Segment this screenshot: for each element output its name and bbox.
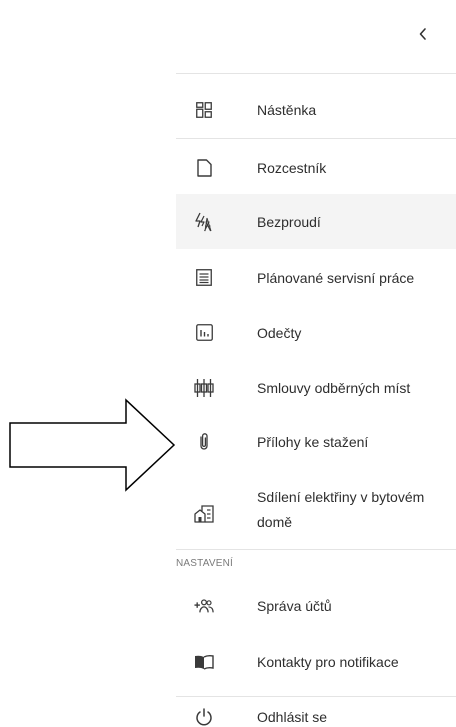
power-outage-icon bbox=[194, 212, 214, 232]
menu-item-label: Správa účtů bbox=[257, 598, 332, 614]
menu-item-nastenka[interactable]: Nástěnka bbox=[176, 84, 456, 136]
sidebar-menu: Nástěnka Rozcestník Bezproudí Plánované … bbox=[176, 0, 456, 727]
building-icon bbox=[194, 504, 214, 524]
menu-item-sprava-uctu[interactable]: Správa účtů bbox=[176, 580, 456, 632]
divider bbox=[176, 696, 456, 697]
power-icon bbox=[194, 707, 214, 727]
menu-item-sdileni-elektriny[interactable]: Sdílení elektřiny v bytovém domě bbox=[176, 472, 456, 548]
divider bbox=[176, 138, 456, 139]
section-label-settings: NASTAVENÍ bbox=[176, 558, 233, 569]
chevron-left-icon bbox=[419, 28, 426, 40]
sliders-icon bbox=[194, 378, 214, 398]
chart-icon bbox=[194, 323, 214, 343]
divider bbox=[176, 549, 456, 550]
menu-item-label: Plánované servisní práce bbox=[257, 269, 415, 286]
menu-item-label: Přílohy ke stažení bbox=[257, 433, 369, 450]
menu-item-label: Kontakty pro notifikace bbox=[257, 654, 399, 670]
menu-item-label: Bezproudí bbox=[257, 213, 321, 230]
menu-item-label-line1: Sdílení elektřiny v bytovém bbox=[257, 489, 425, 505]
menu-item-rozcestnik[interactable]: Rozcestník bbox=[176, 143, 456, 193]
menu-item-label: Odečty bbox=[257, 324, 302, 341]
menu-item-label: Smlouvy odběrných míst bbox=[257, 379, 411, 396]
add-users-icon bbox=[194, 596, 214, 616]
menu-item-label: Nástěnka bbox=[257, 102, 317, 118]
menu-item-label: Odhlásit se bbox=[257, 709, 328, 725]
menu-item-bezproudi[interactable]: Bezproudí bbox=[176, 194, 456, 249]
menu-item-kontakty-pro-notifikace[interactable]: Kontakty pro notifikace bbox=[176, 636, 456, 688]
menu-item-odhlasit-se[interactable]: Odhlásit se bbox=[176, 702, 456, 727]
collapse-sidebar-button[interactable] bbox=[412, 23, 434, 45]
menu-item-prilohy-ke-stazeni[interactable]: Přílohy ke stažení bbox=[176, 414, 456, 469]
sidebar-header bbox=[176, 0, 456, 74]
dashboard-icon bbox=[194, 100, 214, 120]
menu-item-planovane-servisni-prace[interactable]: Plánované servisní práce bbox=[176, 250, 456, 305]
book-icon bbox=[194, 652, 214, 672]
menu-item-label: Rozcestník bbox=[257, 160, 327, 176]
menu-item-smlouvy-odbernych-mist[interactable]: Smlouvy odběrných míst bbox=[176, 360, 456, 415]
paperclip-icon bbox=[194, 432, 214, 452]
list-document-icon bbox=[194, 268, 214, 288]
document-icon bbox=[194, 158, 214, 178]
menu-item-label-line2: domě bbox=[257, 514, 293, 530]
menu-item-odecty[interactable]: Odečty bbox=[176, 305, 456, 360]
pointer-arrow bbox=[9, 398, 176, 492]
